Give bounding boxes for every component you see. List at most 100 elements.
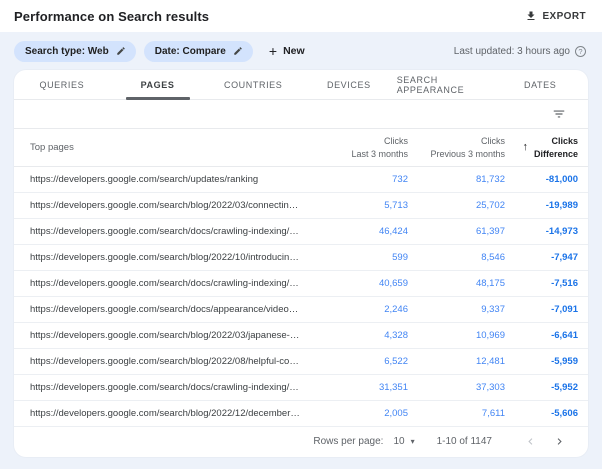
- page-url-cell: https://developers.google.com/search/blo…: [30, 200, 308, 211]
- download-icon: [525, 10, 537, 22]
- clicks-difference-cell: -14,973: [505, 226, 578, 237]
- tab-label: DATES: [524, 80, 556, 90]
- new-filter-button[interactable]: + New: [269, 44, 305, 58]
- pagination-range: 1-10 of 1147: [437, 436, 492, 447]
- table-row[interactable]: https://developers.google.com/search/doc…: [14, 375, 588, 401]
- column-header-top-pages: Top pages: [30, 142, 308, 153]
- clicks-difference-cell: -7,091: [505, 304, 578, 315]
- clicks-previous-cell: 8,546: [408, 252, 505, 263]
- clicks-last-cell: 5,713: [308, 200, 408, 211]
- page-url-cell: https://developers.google.com/search/blo…: [30, 408, 308, 419]
- chevron-right-icon: [553, 435, 566, 448]
- clicks-prev-line2: Previous 3 months: [408, 148, 505, 161]
- rows-per-page-value: 10: [393, 436, 404, 447]
- tab[interactable]: DATES: [492, 70, 588, 99]
- clicks-previous-cell: 12,481: [408, 356, 505, 367]
- previous-page-button[interactable]: [516, 435, 545, 448]
- clicks-last-cell: 31,351: [308, 382, 408, 393]
- chevron-left-icon: [524, 435, 537, 448]
- new-filter-label: New: [283, 45, 305, 57]
- table-row[interactable]: https://developers.google.com/search/blo…: [14, 245, 588, 271]
- tabs: QUERIES PAGES COUNTRIES DEVICES SEARCH A…: [14, 70, 588, 100]
- chevron-down-icon: ▾: [411, 437, 415, 446]
- page-url-cell: https://developers.google.com/search/doc…: [30, 226, 308, 237]
- page-title: Performance on Search results: [14, 9, 209, 24]
- last-updated-text: Last updated: 3 hours ago: [454, 46, 570, 57]
- table-header: Top pages Clicks Last 3 months Clicks Pr…: [14, 129, 588, 167]
- page-url-cell: https://developers.google.com/search/doc…: [30, 304, 308, 315]
- tab-label: DEVICES: [327, 80, 371, 90]
- column-header-clicks-difference[interactable]: ↑ Clicks Difference: [505, 135, 578, 160]
- clicks-previous-cell: 25,702: [408, 200, 505, 211]
- table-row[interactable]: https://developers.google.com/search/blo…: [14, 349, 588, 375]
- date-compare-chip[interactable]: Date: Compare: [144, 41, 253, 62]
- tab[interactable]: COUNTRIES: [205, 70, 301, 99]
- column-header-clicks-last[interactable]: Clicks Last 3 months: [308, 135, 408, 160]
- clicks-difference-cell: -7,516: [505, 278, 578, 289]
- clicks-difference-cell: -5,952: [505, 382, 578, 393]
- tab[interactable]: SEARCH APPEARANCE: [397, 70, 493, 99]
- table-row[interactable]: https://developers.google.com/search/doc…: [14, 271, 588, 297]
- search-type-chip[interactable]: Search type: Web: [14, 41, 136, 62]
- clicks-last-cell: 599: [308, 252, 408, 263]
- pagination-bar: Rows per page: 10 ▾ 1-10 of 1147: [14, 427, 588, 455]
- clicks-last-cell: 2,246: [308, 304, 408, 315]
- clicks-last-cell: 40,659: [308, 278, 408, 289]
- next-page-button[interactable]: [545, 435, 574, 448]
- clicks-difference-cell: -7,947: [505, 252, 578, 263]
- clicks-last-cell: 46,424: [308, 226, 408, 237]
- clicks-difference-lines: Clicks Difference: [534, 135, 578, 160]
- clicks-previous-cell: 9,337: [408, 304, 505, 315]
- tab[interactable]: DEVICES: [301, 70, 397, 99]
- clicks-difference-cell: -19,989: [505, 200, 578, 211]
- clicks-last-cell: 2,005: [308, 408, 408, 419]
- diff-line1: Clicks: [534, 135, 578, 148]
- table-body: https://developers.google.com/search/upd…: [14, 167, 588, 427]
- edit-pencil-icon: [116, 46, 126, 56]
- clicks-difference-cell: -81,000: [505, 174, 578, 185]
- clicks-difference-cell: -6,641: [505, 330, 578, 341]
- table-row[interactable]: https://developers.google.com/search/upd…: [14, 167, 588, 193]
- rows-per-page-select[interactable]: 10 ▾: [393, 436, 414, 447]
- clicks-prev-line1: Clicks: [408, 135, 505, 148]
- table-row[interactable]: https://developers.google.com/search/doc…: [14, 219, 588, 245]
- page-url-cell: https://developers.google.com/search/upd…: [30, 174, 308, 185]
- clicks-previous-cell: 48,175: [408, 278, 505, 289]
- export-button[interactable]: EXPORT: [525, 10, 586, 22]
- clicks-previous-cell: 7,611: [408, 408, 505, 419]
- table-toolbar: [14, 100, 588, 129]
- filter-icon[interactable]: [552, 107, 566, 121]
- clicks-previous-cell: 37,303: [408, 382, 505, 393]
- rows-per-page-label: Rows per page:: [313, 436, 383, 447]
- tab-label: SEARCH APPEARANCE: [397, 75, 493, 95]
- clicks-last-cell: 4,328: [308, 330, 408, 341]
- page-url-cell: https://developers.google.com/search/blo…: [30, 356, 308, 367]
- table-row[interactable]: https://developers.google.com/search/blo…: [14, 323, 588, 349]
- tab-label: PAGES: [141, 80, 175, 90]
- clicks-last-line2: Last 3 months: [308, 148, 408, 161]
- search-type-chip-label: Search type: Web: [25, 46, 109, 57]
- title-bar: Performance on Search results EXPORT: [0, 0, 602, 32]
- report-card: QUERIES PAGES COUNTRIES DEVICES SEARCH A…: [14, 70, 588, 457]
- column-header-clicks-previous[interactable]: Clicks Previous 3 months: [408, 135, 505, 160]
- table-row[interactable]: https://developers.google.com/search/doc…: [14, 297, 588, 323]
- last-updated: Last updated: 3 hours ago ?: [454, 46, 586, 57]
- table-row[interactable]: https://developers.google.com/search/blo…: [14, 193, 588, 219]
- page-url-cell: https://developers.google.com/search/blo…: [30, 252, 308, 263]
- page-url-cell: https://developers.google.com/search/doc…: [30, 382, 308, 393]
- tab-label: QUERIES: [39, 80, 84, 90]
- page-url-cell: https://developers.google.com/search/doc…: [30, 278, 308, 289]
- date-compare-chip-label: Date: Compare: [155, 46, 226, 57]
- table-row[interactable]: https://developers.google.com/search/blo…: [14, 401, 588, 427]
- tab[interactable]: PAGES: [110, 70, 206, 99]
- tab[interactable]: QUERIES: [14, 70, 110, 99]
- clicks-previous-cell: 10,969: [408, 330, 505, 341]
- clicks-difference-cell: -5,606: [505, 408, 578, 419]
- help-icon[interactable]: ?: [575, 46, 586, 57]
- edit-pencil-icon: [233, 46, 243, 56]
- plus-icon: +: [269, 44, 277, 58]
- clicks-last-cell: 6,522: [308, 356, 408, 367]
- export-label: EXPORT: [542, 11, 586, 22]
- sort-ascending-icon: ↑: [522, 142, 528, 153]
- clicks-difference-cell: -5,959: [505, 356, 578, 367]
